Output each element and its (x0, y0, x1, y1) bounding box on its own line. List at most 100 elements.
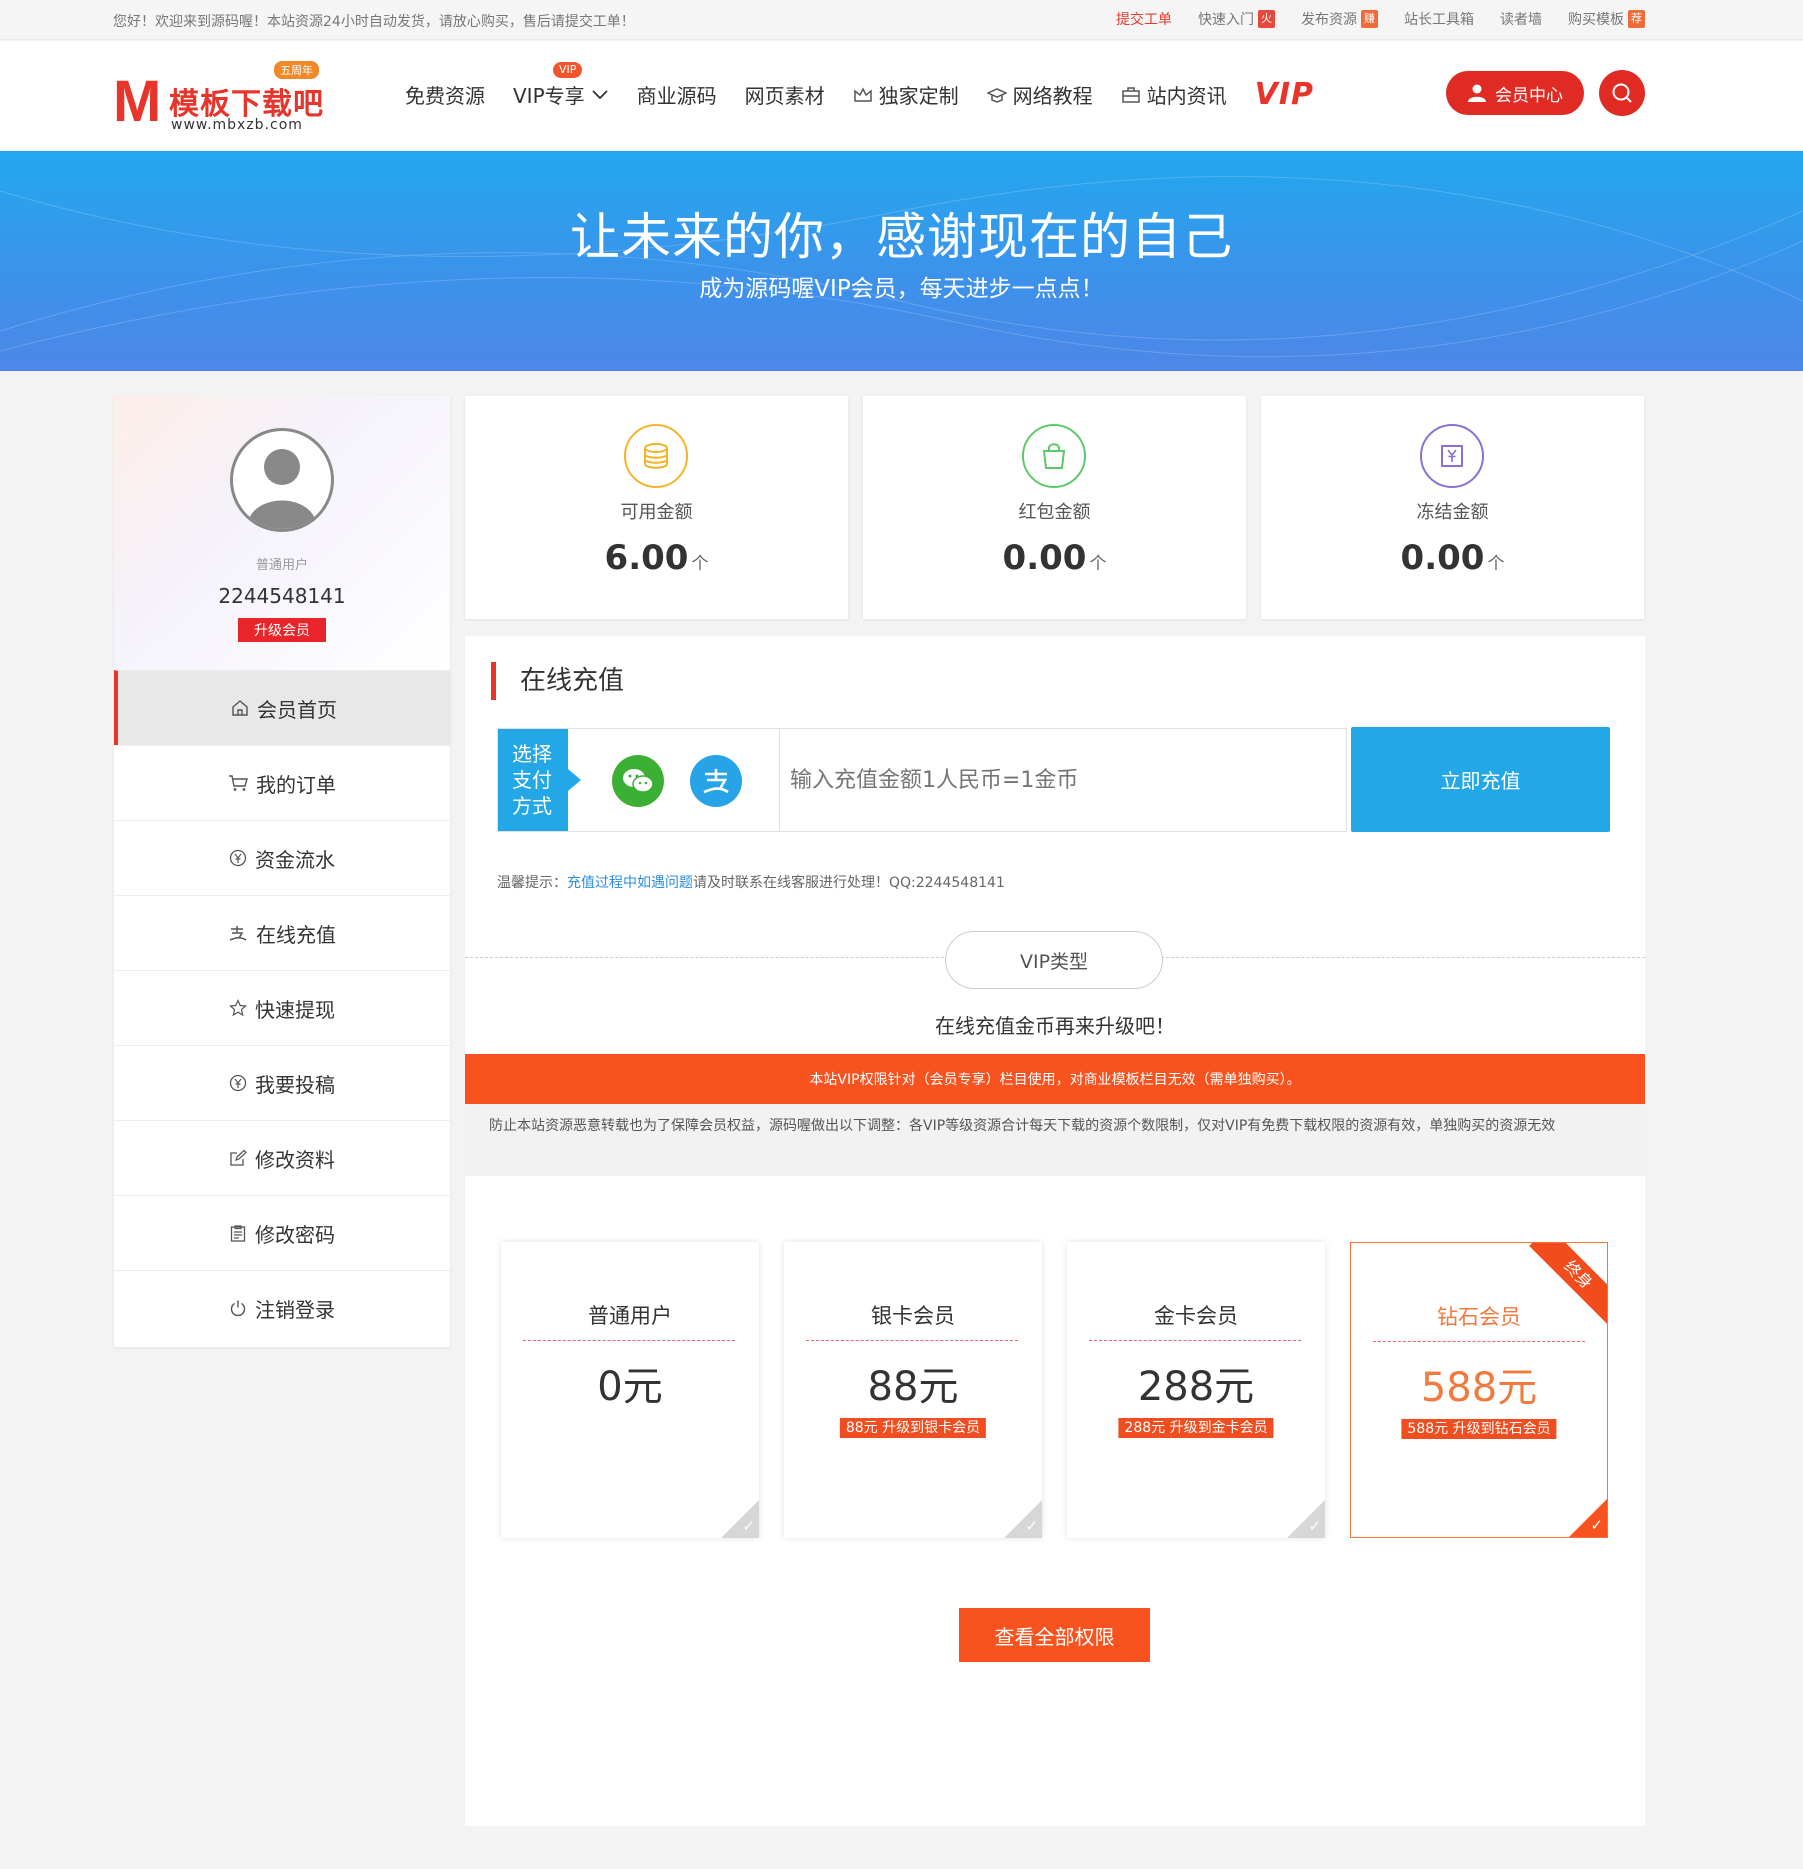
vip-card-silver[interactable]: 银卡会员 88元 88元 升级到银卡会员 ✓ (784, 1242, 1042, 1538)
search-icon (1612, 83, 1632, 103)
top-bar: 您好！欢迎来到源码喔！本站资源24小时自动发货，请放心购买，售后请提交工单！ 提… (0, 0, 1803, 40)
stat-label: 红包金额 (1018, 502, 1091, 523)
vip-policy-note: 防止本站资源恶意转载也为了保障会员权益，源码喔做出以下调整：各VIP等级资源合计… (465, 1104, 1645, 1176)
card-price: 288元 (1137, 1364, 1255, 1410)
nav-tutorials[interactable]: 网络教程 (986, 80, 1093, 109)
nav-vip-exclusive[interactable]: VIP VIP专享 (513, 62, 609, 109)
check-icon: ✓ (1025, 1517, 1038, 1535)
sidebar-item-logout[interactable]: 注销登录 (114, 1270, 450, 1345)
alipay-icon (229, 926, 247, 941)
default-avatar-icon (247, 449, 317, 529)
hero-banner: 让未来的你，感谢现在的自己 成为源码喔VIP会员，每天进步一点点！ (0, 151, 1803, 371)
top-link-readers[interactable]: 读者墙 (1500, 9, 1542, 29)
label-arrow (568, 769, 581, 791)
card-upgrade-tag[interactable]: 288元 升级到金卡会员 (1118, 1418, 1274, 1438)
top-link-ticket[interactable]: 提交工单 (1116, 9, 1172, 29)
member-center-button[interactable]: 会员中心 (1446, 71, 1584, 115)
vip-type-label: VIP类型 (945, 931, 1163, 989)
sidebar-item-submit[interactable]: 我要投稿 (114, 1045, 450, 1120)
card-upgrade-tag[interactable]: 88元 升级到银卡会员 (839, 1418, 987, 1438)
tip-help-link[interactable]: 充值过程中如遇问题 (567, 875, 693, 891)
vip-badge: VIP (553, 62, 583, 78)
banner-subtitle: 成为源码喔VIP会员，每天进步一点点！ (699, 276, 1104, 302)
edit-icon (230, 1149, 247, 1166)
card-price: 88元 (867, 1364, 959, 1410)
nav-free-resources[interactable]: 免费资源 (405, 80, 485, 109)
sidebar-item-funds[interactable]: 资金流水 (114, 820, 450, 895)
site-logo[interactable]: M 模板下载吧 www.mbxzb.com 五周年 (113, 61, 333, 133)
power-icon (230, 1300, 246, 1317)
top-link-buy-template[interactable]: 购买模板荐 (1568, 9, 1645, 29)
avatar[interactable] (230, 428, 334, 532)
nav-web-assets[interactable]: 网页素材 (745, 80, 825, 109)
graduation-cap-icon (986, 87, 1007, 103)
card-divider (1373, 1341, 1585, 1342)
top-link-toolbox[interactable]: 站长工具箱 (1404, 9, 1474, 29)
card-price: 588元 (1420, 1365, 1538, 1411)
crown-icon (853, 86, 872, 102)
logo-url: www.mbxzb.com (171, 117, 303, 133)
wechat-pay-option[interactable] (612, 755, 664, 807)
nav-vip-logo[interactable]: VIP (1255, 77, 1314, 112)
check-icon: ✓ (742, 1517, 755, 1535)
recommend-tag: 荐 (1628, 10, 1645, 28)
card-name: 钻石会员 (1437, 1305, 1521, 1329)
stat-label: 可用金额 (620, 502, 693, 523)
nav-news[interactable]: 站内资讯 (1121, 80, 1227, 109)
card-divider (1089, 1340, 1301, 1341)
recharge-now-button[interactable]: 立即充值 (1351, 727, 1610, 832)
sidebar-item-withdraw[interactable]: 快速提现 (114, 970, 450, 1045)
home-icon (232, 700, 248, 716)
stat-label: 冻结金额 (1416, 502, 1489, 523)
profile-card: 普通用户 2244548141 升级会员 (114, 396, 450, 670)
sidebar-item-change-password[interactable]: 修改密码 (114, 1195, 450, 1270)
upgrade-hint: 在线充值金币再来升级吧！ (935, 1014, 1175, 1038)
wallet-icon (1420, 424, 1484, 488)
user-icon (1468, 84, 1486, 102)
payment-method-label: 选择支付方式 (498, 729, 568, 831)
member-sidebar: 普通用户 2244548141 升级会员 会员首页 我的订单 资金流水 在线充值… (114, 396, 450, 1347)
top-links: 提交工单 快速入门火 发布资源赚 站长工具箱 读者墙 购买模板荐 (1116, 9, 1645, 29)
card-name: 普通用户 (588, 1304, 672, 1328)
top-link-quickstart[interactable]: 快速入门火 (1198, 9, 1275, 29)
view-all-permissions-button[interactable]: 查看全部权限 (959, 1608, 1150, 1662)
payment-form: 选择支付方式 (497, 728, 1347, 832)
coins-icon (624, 424, 688, 488)
upgrade-member-button[interactable]: 升级会员 (238, 618, 326, 642)
stat-frozen-balance: 冻结金额 0.00 个 (1261, 396, 1644, 619)
section-title: 在线充值 (491, 662, 624, 700)
vip-card-gold[interactable]: 金卡会员 288元 288元 升级到金卡会员 ✓ (1067, 1242, 1325, 1538)
card-divider (523, 1340, 735, 1341)
anniversary-badge: 五周年 (274, 61, 319, 79)
vip-card-normal[interactable]: 普通用户 0元 ✓ (501, 1242, 759, 1538)
top-link-publish[interactable]: 发布资源赚 (1301, 9, 1378, 29)
yen-coin-icon (229, 849, 247, 867)
hot-tag: 火 (1258, 10, 1275, 28)
alipay-logo-icon (703, 769, 729, 794)
nav-commercial-source[interactable]: 商业源码 (637, 80, 717, 109)
sidebar-item-home[interactable]: 会员首页 (114, 670, 450, 745)
stat-value: 0.00 个 (1400, 538, 1505, 578)
briefcase-icon (1121, 86, 1140, 103)
check-icon: ✓ (1308, 1517, 1321, 1535)
card-upgrade-tag[interactable]: 588元 升级到钻石会员 (1401, 1419, 1557, 1439)
sidebar-item-recharge[interactable]: 在线充值 (114, 895, 450, 970)
chevron-down-icon (592, 89, 608, 99)
alipay-option[interactable] (690, 755, 742, 807)
user-role: 普通用户 (255, 558, 308, 573)
sidebar-item-orders[interactable]: 我的订单 (114, 745, 450, 820)
sidebar-item-edit-profile[interactable]: 修改资料 (114, 1120, 450, 1195)
earn-tag: 赚 (1361, 10, 1378, 28)
stat-value: 6.00 个 (604, 538, 709, 578)
vip-card-diamond[interactable]: 终身 钻石会员 588元 588元 升级到钻石会员 ✓ (1350, 1242, 1608, 1538)
recharge-amount-input[interactable] (788, 761, 1328, 799)
site-header: M 模板下载吧 www.mbxzb.com 五周年 免费资源 VIP VIP专享… (0, 41, 1803, 151)
coin-icon (229, 1074, 247, 1092)
nav-custom[interactable]: 独家定制 (853, 80, 959, 109)
check-icon: ✓ (1590, 1516, 1603, 1534)
recharge-tip: 温馨提示：充值过程中如遇问题请及时联系在线客服进行处理！QQ:224454814… (497, 875, 1005, 891)
recharge-panel: 在线充值 选择支付方式 立即充值 温馨提示：充值过程中如遇问题请及时联系在线客服… (465, 636, 1645, 1826)
welcome-text: 您好！欢迎来到源码喔！本站资源24小时自动发货，请放心购买，售后请提交工单！ (113, 14, 635, 30)
search-button[interactable] (1599, 70, 1645, 116)
card-divider (806, 1340, 1018, 1341)
